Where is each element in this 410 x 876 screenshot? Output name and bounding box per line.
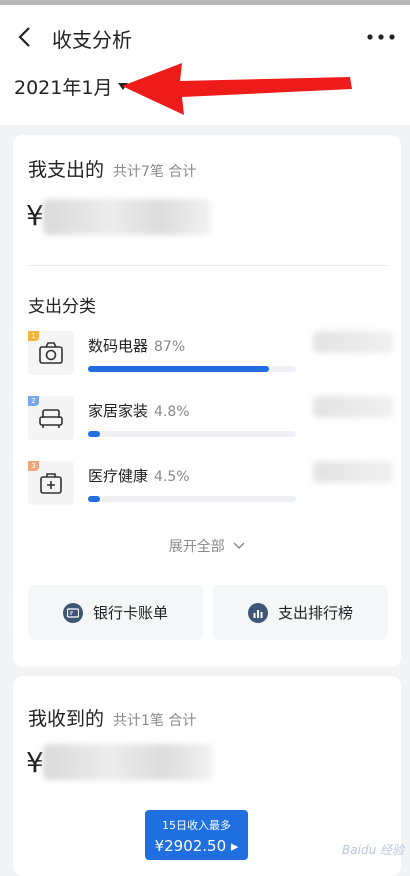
divider (28, 265, 388, 266)
max-income-tooltip[interactable]: 15日收入最多 ¥2902.50 ▸ (145, 810, 248, 860)
category-bar (88, 431, 296, 437)
expense-currency: ¥ (26, 199, 44, 232)
income-summary: 共计1笔 合计 (113, 713, 197, 729)
tooltip-title: 15日收入最多 (162, 819, 231, 832)
sofa-icon (39, 409, 63, 428)
income-amount-blurred (43, 744, 213, 780)
category-icon: 1 (28, 331, 74, 375)
category-icon: 3 (28, 461, 74, 505)
income-title: 我收到的 (28, 708, 105, 730)
category-amount-blurred (313, 396, 393, 418)
more-button[interactable] (366, 27, 396, 47)
expense-amount-blurred (43, 199, 211, 235)
category-icon: 2 (28, 396, 74, 440)
category-row-home[interactable]: 2 家居家装 4.8% (28, 396, 401, 448)
category-amount-blurred (313, 461, 393, 483)
category-row-digital[interactable]: 1 数码电器 87% (28, 331, 401, 383)
red-arrow-annotation (122, 63, 352, 115)
camera-icon (39, 342, 63, 364)
expense-summary: 共计7笔 合计 (113, 164, 197, 180)
bank-card-icon (62, 602, 83, 623)
category-bar-fill (88, 366, 269, 372)
category-amount-blurred (313, 331, 393, 353)
more-dots-icon (367, 34, 395, 40)
watermark-logo: Baidu 经验 (342, 843, 404, 857)
month-selector[interactable]: 2021年1月 (14, 73, 129, 99)
bank-bill-label: 银行卡账单 (92, 604, 168, 622)
chevron-left-icon (18, 27, 30, 47)
expand-all-label: 展开全部 (168, 539, 225, 555)
expense-title: 我支出的 (28, 159, 105, 181)
category-name-label: 医疗健康 4.5% (88, 465, 190, 486)
category-percent: 4.8% (154, 404, 190, 420)
expense-ranking-button[interactable]: 支出排行榜 (213, 585, 388, 640)
page-title: 收支分析 (52, 28, 132, 52)
category-name: 医疗健康 (88, 467, 149, 485)
category-percent: 87% (154, 339, 186, 355)
category-row-medical[interactable]: 3 医疗健康 4.5% (28, 461, 401, 513)
category-name: 数码电器 (88, 337, 149, 355)
category-bar-fill (88, 496, 101, 502)
bank-bill-button[interactable]: 银行卡账单 (28, 585, 203, 640)
expense-card: 我支出的 共计7笔 合计 ¥ 支出分类 1 数码电器 87% 2 家居家装 4.… (13, 135, 401, 667)
expand-all-button[interactable]: 展开全部 (13, 536, 401, 556)
month-label: 2021年1月 (14, 76, 113, 99)
bar-chart-icon (247, 602, 268, 623)
expense-ranking-label: 支出排行榜 (277, 604, 353, 622)
category-percent: 4.5% (154, 469, 190, 485)
income-currency: ¥ (26, 746, 44, 779)
category-bar-fill (88, 431, 101, 437)
tooltip-amount: ¥2902.50 ▸ (154, 837, 239, 855)
medical-kit-icon (40, 473, 62, 494)
back-button[interactable] (14, 25, 38, 49)
page-header: 收支分析 2021年1月 (0, 5, 410, 125)
category-name-label: 家居家装 4.8% (88, 400, 190, 421)
chevron-down-icon (233, 542, 245, 550)
category-bar (88, 496, 296, 502)
section-title: 支出分类 (28, 297, 96, 317)
category-name-label: 数码电器 87% (88, 335, 185, 356)
category-name: 家居家装 (88, 402, 149, 420)
category-bar (88, 366, 296, 372)
